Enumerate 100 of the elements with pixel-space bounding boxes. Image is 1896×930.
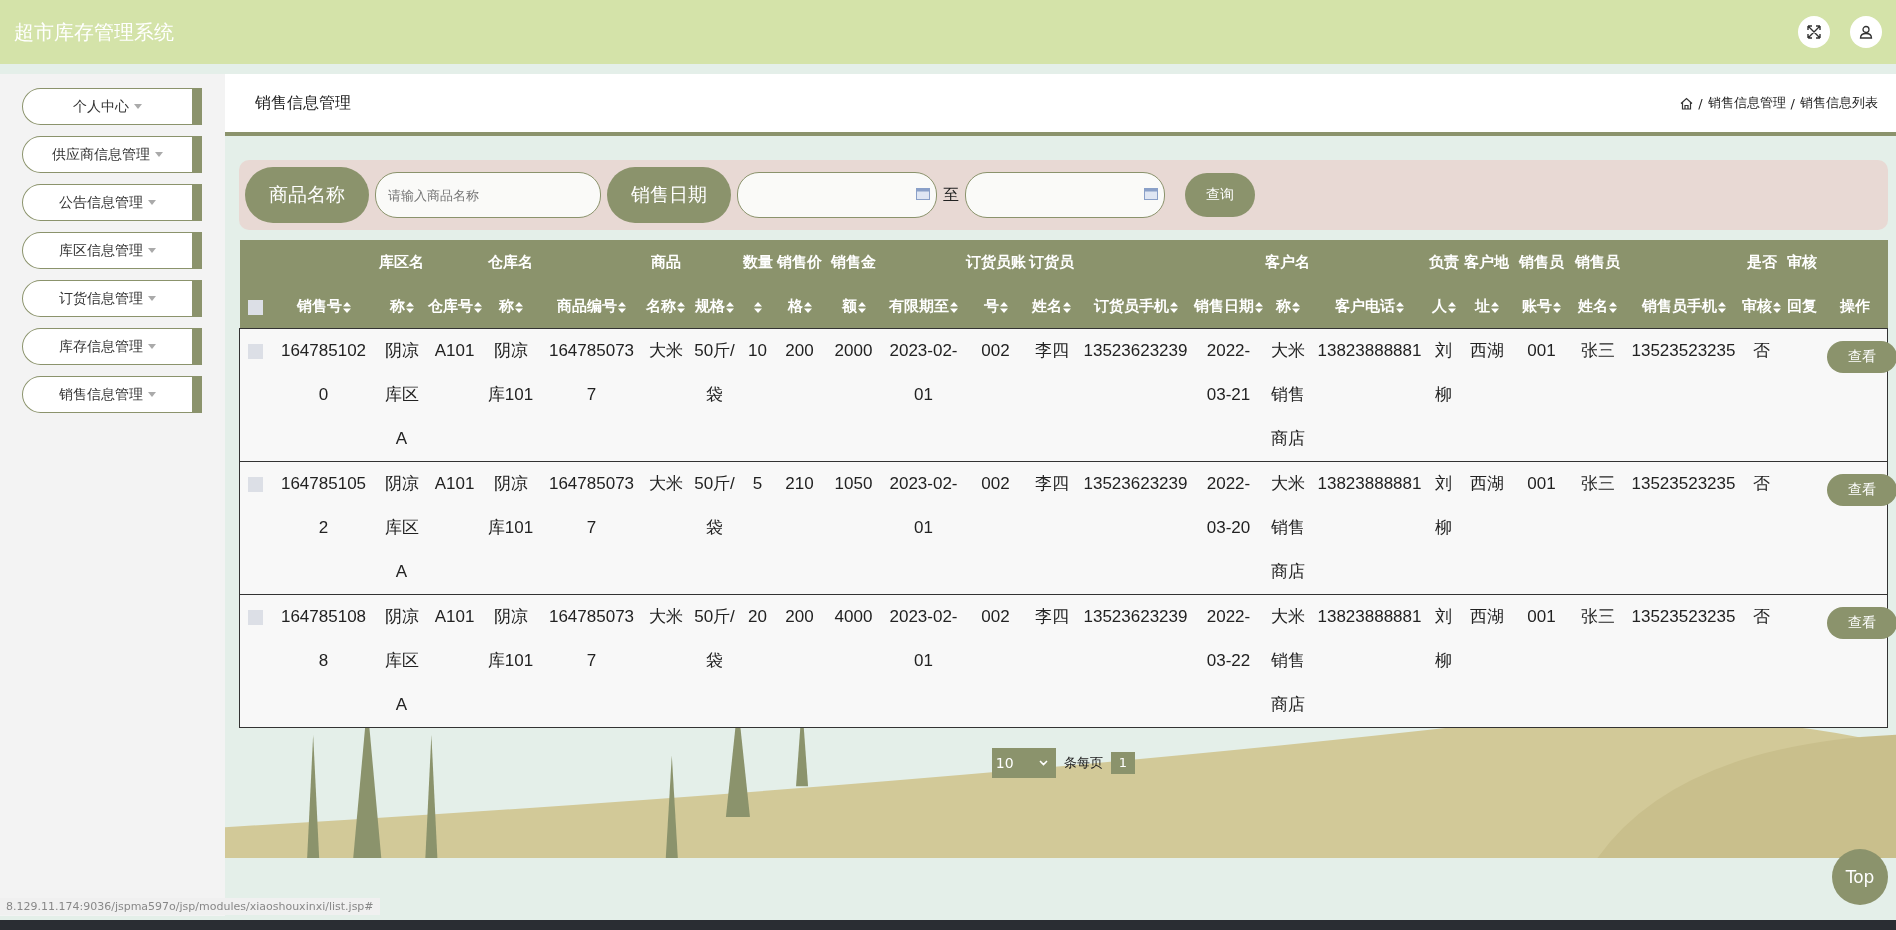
column-header[interactable]: 销售价格: [773, 240, 826, 329]
sort-icon[interactable]: [1396, 301, 1404, 313]
column-header[interactable]: 订货员姓名: [1025, 240, 1078, 329]
column-header[interactable]: 数量: [741, 240, 774, 329]
table-cell: 阴凉库区A: [384, 474, 419, 581]
table-cell: 阴凉库区A: [384, 607, 419, 714]
range-separator: 至: [943, 184, 959, 206]
column-header[interactable]: 销售金额: [825, 240, 882, 329]
sort-icon[interactable]: [1169, 301, 1178, 313]
table-cell: 否: [1753, 607, 1770, 626]
date-field[interactable]: [965, 172, 1165, 218]
sort-icon[interactable]: [514, 301, 523, 313]
column-header[interactable]: 是否审核: [1741, 240, 1782, 329]
breadcrumb-link[interactable]: 销售信息列表: [1800, 94, 1878, 112]
select-all-checkbox[interactable]: [248, 299, 263, 315]
view-button[interactable]: 查看: [1826, 341, 1896, 373]
sort-icon[interactable]: [1291, 301, 1300, 313]
column-header[interactable]: 规格: [687, 240, 742, 329]
user-icon[interactable]: [1850, 16, 1882, 48]
column-header[interactable]: 库区名称: [375, 240, 428, 329]
column-header[interactable]: 销售日期: [1193, 240, 1264, 329]
column-header[interactable]: 商品名称: [643, 240, 688, 329]
sort-icon[interactable]: [999, 301, 1008, 313]
view-button[interactable]: 查看: [1826, 474, 1896, 506]
page-title: 销售信息管理: [255, 92, 351, 114]
table-cell: 13823888881: [1317, 607, 1422, 626]
sort-icon[interactable]: [1063, 301, 1071, 313]
column-header[interactable]: 销售员手机: [1625, 240, 1742, 329]
column-header: 操作: [1821, 240, 1888, 329]
column-header[interactable]: 销售员姓名: [1569, 240, 1626, 329]
column-header[interactable]: 销售号: [271, 240, 376, 329]
table-cell: 西湖: [1469, 607, 1504, 626]
sort-icon[interactable]: [1773, 301, 1781, 313]
sidebar-item[interactable]: 供应商信息管理: [22, 136, 202, 173]
table-cell: 阴凉库101: [487, 474, 534, 537]
table-cell: 1647850737: [548, 341, 635, 404]
table-cell: 13823888881: [1317, 474, 1422, 493]
sort-icon[interactable]: [618, 301, 626, 313]
sort-icon[interactable]: [342, 301, 351, 313]
table-cell: 李四: [1034, 474, 1069, 493]
page-number[interactable]: 1: [1110, 752, 1136, 774]
sort-icon[interactable]: [1490, 301, 1499, 313]
column-header[interactable]: 客户电话: [1311, 240, 1428, 329]
sidebar-item[interactable]: 订货信息管理: [22, 280, 202, 317]
table-cell: 5: [752, 474, 763, 493]
sidebar-item[interactable]: 销售信息管理: [22, 376, 202, 413]
column-header[interactable]: 订货员手机: [1077, 240, 1194, 329]
table-cell: 200: [785, 607, 814, 626]
sort-icon[interactable]: [803, 301, 812, 313]
sort-icon[interactable]: [726, 301, 734, 313]
sort-icon[interactable]: [473, 301, 482, 313]
column-header[interactable]: 仓库名称: [481, 240, 540, 329]
sidebar-item[interactable]: 公告信息管理: [22, 184, 202, 221]
sort-icon[interactable]: [857, 301, 866, 313]
row-checkbox[interactable]: [248, 477, 264, 492]
table-cell: 1050: [834, 474, 873, 493]
caret-icon: [148, 392, 156, 397]
breadcrumb-separator: /: [1698, 95, 1703, 111]
sort-icon[interactable]: [405, 301, 414, 313]
row-checkbox[interactable]: [248, 344, 264, 359]
date-field[interactable]: [737, 172, 937, 218]
sidebar-item[interactable]: 库存信息管理: [22, 328, 202, 365]
fullscreen-icon[interactable]: [1798, 16, 1830, 48]
search-field[interactable]: 请输入商品名称: [375, 172, 601, 218]
breadcrumb-separator: /: [1790, 95, 1795, 111]
breadcrumb-link[interactable]: 销售信息管理: [1707, 94, 1786, 112]
column-header[interactable]: 销售员账号: [1513, 240, 1570, 329]
sort-icon[interactable]: [1609, 301, 1617, 313]
table-cell: 刘柳: [1435, 341, 1452, 404]
sort-icon[interactable]: [1447, 301, 1456, 313]
table-cell: 50斤/袋: [694, 474, 735, 537]
caret-icon: [148, 296, 156, 301]
column-header[interactable]: 客户地址: [1459, 240, 1514, 329]
query-button[interactable]: 查询: [1185, 173, 1255, 217]
table-cell: 210: [785, 474, 814, 493]
home-icon[interactable]: [1680, 96, 1694, 110]
sidebar-item[interactable]: 个人中心: [22, 88, 202, 125]
caret-icon: [148, 344, 156, 349]
table-cell: 2000: [834, 341, 873, 360]
view-button[interactable]: 查看: [1826, 607, 1896, 639]
column-header[interactable]: 订货员账号: [965, 240, 1026, 329]
page-size-select[interactable]: 10: [991, 748, 1056, 778]
sort-icon[interactable]: [1553, 301, 1561, 313]
sort-icon[interactable]: [1717, 301, 1726, 313]
sort-icon[interactable]: [677, 301, 685, 313]
sort-icon[interactable]: [1255, 301, 1263, 313]
sort-icon[interactable]: [754, 301, 762, 313]
table-cell: 阴凉库101: [487, 607, 534, 670]
table-cell: 大米: [648, 607, 683, 626]
top-button[interactable]: Top: [1832, 849, 1888, 905]
column-header[interactable]: 商品编号: [539, 240, 644, 329]
sort-icon[interactable]: [950, 301, 958, 313]
column-header[interactable]: 负责人: [1427, 240, 1460, 329]
column-header[interactable]: 客户名称: [1263, 240, 1312, 329]
table-cell: 张三: [1580, 341, 1615, 360]
column-header[interactable]: 有限期至: [881, 240, 966, 329]
column-header[interactable]: 仓库号: [427, 240, 482, 329]
row-checkbox[interactable]: [248, 610, 264, 625]
table-cell: 大米: [648, 341, 683, 360]
sidebar-item[interactable]: 库区信息管理: [22, 232, 202, 269]
